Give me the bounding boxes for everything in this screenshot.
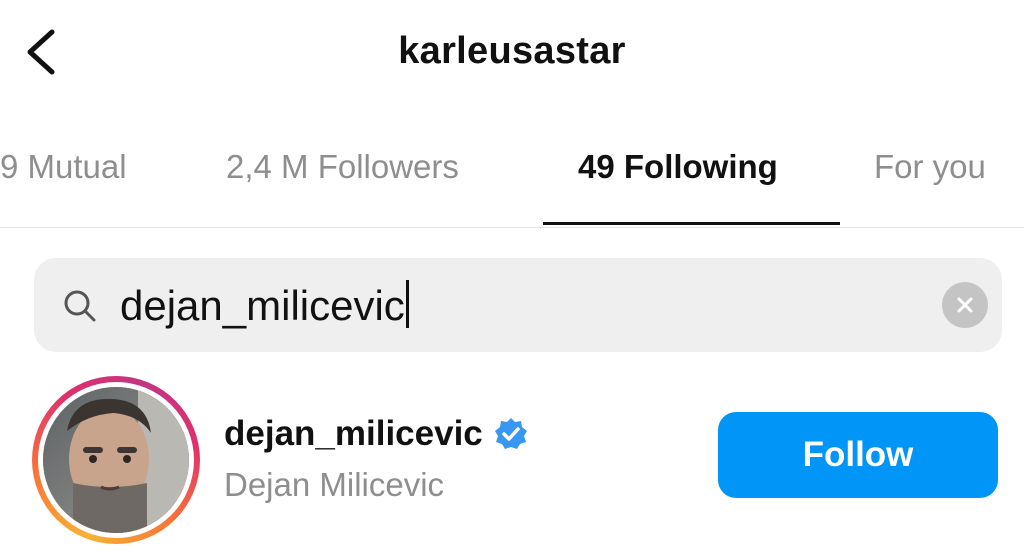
following-screen: karleusastar 9 Mutual 2,4 M Followers 49…: [0, 0, 1024, 555]
verified-badge-icon: [494, 418, 527, 449]
clear-search-button[interactable]: [942, 282, 988, 328]
avatar: [43, 387, 189, 533]
tab-followers[interactable]: 2,4 M Followers: [226, 148, 459, 186]
search-input[interactable]: dejan_milicevic: [120, 280, 409, 330]
tabs-divider: [0, 227, 1024, 228]
clear-icon: [957, 297, 973, 313]
result-full-name: Dejan Milicevic: [224, 466, 445, 503]
search-box[interactable]: dejan_milicevic: [34, 258, 1002, 352]
result-username-line[interactable]: dejan_milicevic: [224, 414, 529, 454]
search-result-row[interactable]: dejan_milicevic Dejan Milicevic Follow: [0, 370, 1024, 550]
active-tab-indicator: [543, 222, 840, 225]
search-input-value: dejan_milicevic: [120, 282, 405, 329]
avatar-ring-gap: [38, 382, 194, 538]
tab-bar: 9 Mutual 2,4 M Followers 49 Following Fo…: [0, 128, 1024, 228]
follow-button[interactable]: Follow: [718, 412, 998, 498]
avatar-story-ring[interactable]: [32, 376, 200, 544]
page-title: karleusastar: [398, 30, 626, 72]
text-caret: [405, 280, 409, 328]
tab-mutual[interactable]: 9 Mutual: [0, 148, 127, 186]
tab-for-you[interactable]: For you: [874, 148, 986, 186]
result-username: dejan_milicevic: [224, 414, 483, 453]
search-icon: [64, 290, 96, 322]
header: karleusastar: [0, 0, 1024, 110]
tab-following[interactable]: 49 Following: [578, 148, 778, 186]
avatar-photo: [43, 387, 189, 533]
